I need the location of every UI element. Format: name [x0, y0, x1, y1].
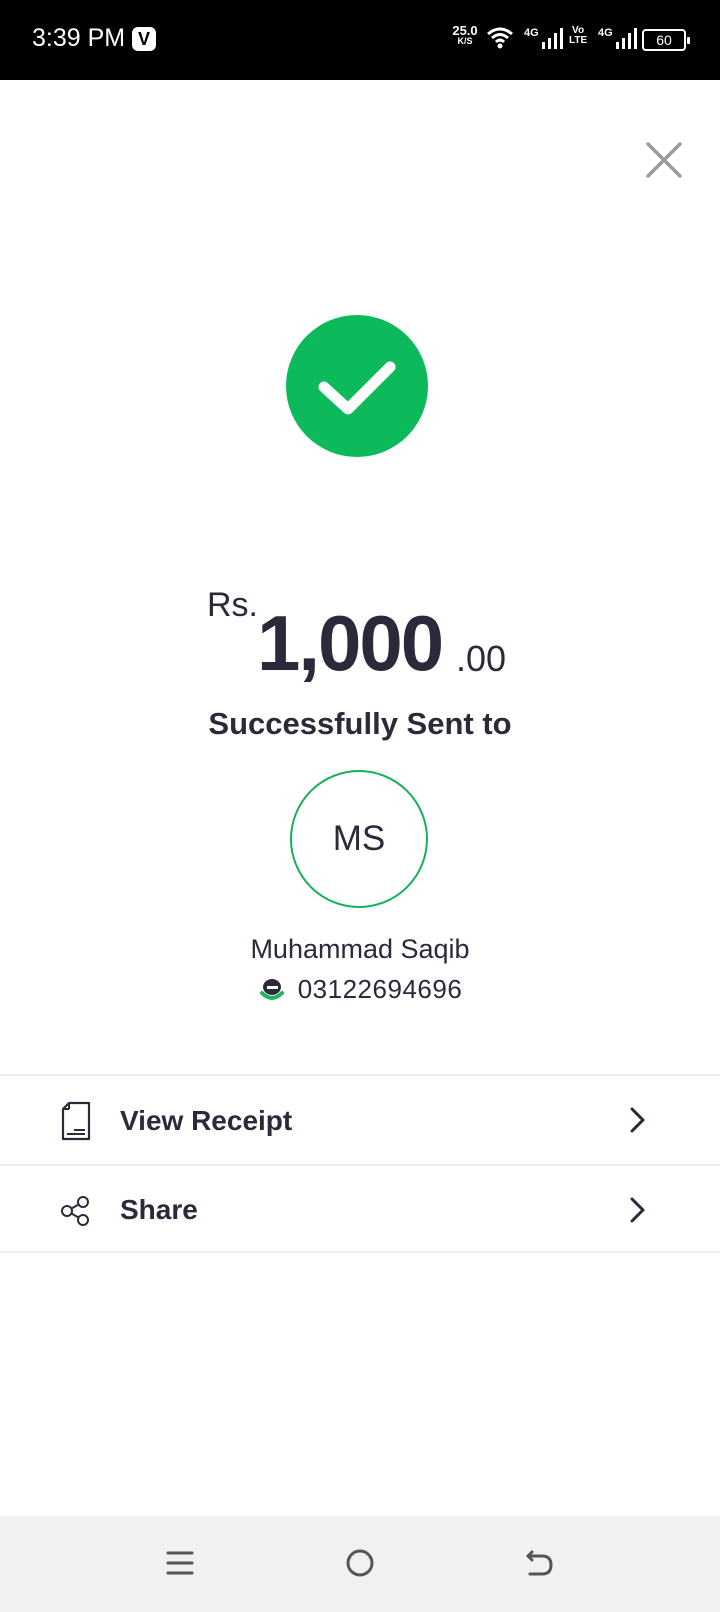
close-icon	[646, 142, 682, 178]
share-label: Share	[120, 1194, 198, 1225]
network-speed-unit: K/S	[457, 36, 473, 46]
network-speed: 25.0 K/S	[450, 24, 480, 46]
view-receipt-label: View Receipt	[120, 1105, 293, 1136]
status-bar: 3:39 PM V 25.0 K/S 4G Vo LTE 4G 60	[0, 0, 720, 80]
chevron-right-icon	[630, 1197, 645, 1223]
share-button[interactable]: Share	[0, 1164, 720, 1253]
battery-icon: 60	[642, 29, 690, 51]
share-icon	[61, 1196, 89, 1226]
success-message: Successfully Sent to	[208, 706, 512, 741]
check-icon	[318, 361, 396, 415]
chevron-right-icon	[630, 1107, 645, 1133]
amount-display: Rs. 1,000 .00	[0, 586, 720, 696]
menu-icon[interactable]	[166, 1546, 194, 1580]
network-type-1: 4G	[524, 27, 539, 39]
currency-label: Rs.	[207, 586, 258, 624]
recipient-account: 03122694696	[0, 972, 720, 1006]
recipient-name: Muhammad Saqib	[250, 934, 470, 964]
network-type-2: 4G	[598, 27, 613, 39]
receipt-icon	[61, 1101, 91, 1141]
system-nav-bar	[0, 1516, 720, 1612]
battery-level: 60	[656, 32, 672, 48]
avatar-initials: MS	[332, 819, 386, 858]
signal-icon-2	[616, 28, 637, 49]
easypaisa-wallet-icon	[259, 979, 284, 1000]
home-icon[interactable]	[344, 1546, 376, 1580]
amount-decimal: .00	[456, 638, 507, 679]
back-icon[interactable]	[524, 1546, 556, 1580]
recipient-phone: 03122694696	[297, 973, 463, 1004]
view-receipt-button[interactable]: View Receipt	[0, 1074, 720, 1163]
success-badge	[286, 315, 428, 457]
volte-indicator: Vo LTE	[569, 26, 587, 46]
close-button[interactable]	[644, 140, 684, 180]
volte-bottom: LTE	[569, 35, 588, 46]
status-time: 3:39 PM	[32, 24, 126, 52]
app-notification-icon: V	[132, 27, 156, 51]
recipient-avatar: MS	[290, 770, 428, 908]
signal-icon	[542, 28, 563, 49]
amount-whole: 1,000	[257, 599, 444, 687]
wifi-icon	[487, 27, 513, 49]
